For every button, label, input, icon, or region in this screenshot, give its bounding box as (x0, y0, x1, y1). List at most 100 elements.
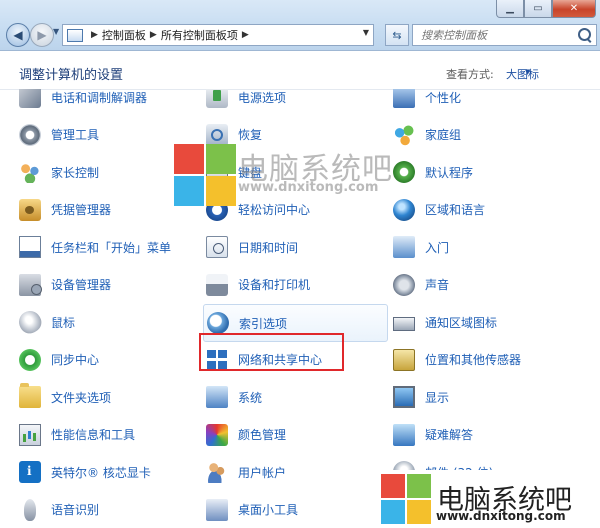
close-icon[interactable]: ✕ (552, 0, 596, 18)
control-panel-item[interactable]: 系统 (206, 379, 389, 415)
control-panel-item[interactable]: 电源选项 (206, 89, 389, 115)
admin-tools-icon (19, 123, 41, 146)
item-label: 桌面小工具 (238, 503, 299, 517)
control-panel-item[interactable]: 设备管理器 (19, 267, 202, 303)
search-box[interactable] (412, 24, 597, 46)
parental-controls-icon (19, 161, 41, 183)
recovery-icon (206, 123, 228, 146)
item-label: 用户帐户 (238, 465, 287, 480)
control-panel-item[interactable]: 颜色管理 (206, 417, 389, 453)
refresh-button[interactable]: ⇆ (385, 24, 409, 46)
item-label: 疑难解答 (425, 428, 474, 442)
control-panel-item[interactable]: 日期和时间 (206, 229, 389, 265)
watermark-url: www.dnxitong.com (238, 180, 379, 195)
control-panel-item[interactable]: 位置和其他传感器 (393, 342, 576, 378)
control-panel-item[interactable]: 电话和调制解调器 (19, 89, 202, 115)
indexing-icon (207, 312, 229, 334)
folder-options-icon (19, 383, 41, 408)
title-bar: ▁ ▭ ✕ ◀ ▶ ▼ ▶ 控制面板 ▶ 所有控制面板项 ▶ ▼ ⇆ (0, 0, 600, 51)
address-bar[interactable]: ▶ 控制面板 ▶ 所有控制面板项 ▶ ▼ (62, 24, 374, 46)
control-panel-item[interactable]: 通知区域图标 (393, 304, 576, 340)
getting-started-icon (393, 236, 415, 258)
personalization-icon (393, 89, 415, 108)
region-language-icon (393, 198, 415, 221)
control-panel-icon (67, 28, 83, 42)
color-management-icon (206, 423, 228, 446)
item-label: 颜色管理 (238, 428, 287, 442)
chevron-right-icon[interactable]: ▶ (242, 30, 249, 40)
chevron-down-icon[interactable]: ▼ (525, 68, 530, 76)
item-label: 性能信息和工具 (51, 428, 136, 442)
item-label: 恢复 (238, 128, 263, 142)
item-label: 电话和调制解调器 (51, 90, 148, 105)
highlight-box (199, 333, 344, 371)
credential-manager-icon (19, 198, 41, 221)
intel-graphics-icon (19, 461, 41, 483)
item-label: 显示 (425, 390, 450, 405)
display-icon (393, 386, 415, 408)
control-panel-item[interactable]: 桌面小工具 (206, 492, 389, 528)
power-icon (206, 89, 228, 108)
sync-center-icon (19, 348, 41, 371)
forward-arrow-icon[interactable]: ▶ (30, 23, 54, 47)
item-label: 轻松访问中心 (238, 203, 311, 217)
watermark-corner-logo (381, 474, 431, 524)
item-label: 日期和时间 (238, 240, 299, 255)
item-label: 管理工具 (51, 128, 100, 142)
item-label: 设备管理器 (51, 278, 112, 292)
sound-icon (393, 273, 415, 296)
control-panel-item[interactable]: 默认程序 (393, 154, 576, 190)
troubleshooting-icon (393, 423, 415, 446)
control-panel-item[interactable]: 显示 (393, 379, 576, 415)
notification-area-icon (393, 317, 415, 331)
control-panel-item[interactable]: 入门 (393, 229, 576, 265)
maximize-icon[interactable]: ▭ (524, 0, 552, 18)
search-icon[interactable] (578, 28, 591, 41)
breadcrumb-control-panel[interactable]: 控制面板 (102, 27, 146, 43)
chevron-right-icon[interactable]: ▶ (91, 30, 98, 40)
control-panel-item[interactable]: 任务栏和「开始」菜单 (19, 229, 202, 265)
control-panel-item[interactable]: 用户帐户 (206, 454, 389, 490)
control-panel-item[interactable]: 鼠标 (14, 304, 202, 340)
modem-icon (19, 89, 41, 108)
item-label: 入门 (425, 240, 450, 255)
control-panel-item[interactable]: 英特尔® 核芯显卡 (19, 454, 202, 490)
date-time-icon (206, 236, 228, 258)
mouse-icon (14, 306, 46, 338)
breadcrumb-all-items[interactable]: 所有控制面板项 (161, 27, 238, 43)
recent-pages-dropdown[interactable]: ▼ (53, 27, 59, 36)
control-panel-item[interactable]: 语音识别 (19, 492, 202, 528)
view-by-label: 查看方式: (446, 68, 494, 81)
chevron-right-icon[interactable]: ▶ (150, 30, 157, 40)
item-label: 家庭组 (425, 128, 462, 142)
control-panel-item[interactable]: 同步中心 (19, 342, 202, 378)
location-sensors-icon (393, 348, 415, 371)
item-label: 索引选项 (239, 316, 288, 331)
item-label: 位置和其他传感器 (425, 353, 522, 367)
watermark-corner-url: www.dnxitong.com (436, 509, 566, 523)
control-panel-item[interactable]: 设备和打印机 (206, 267, 389, 303)
control-panel-item[interactable]: 区域和语言 (393, 192, 576, 228)
control-panel-item[interactable]: 文件夹选项 (19, 379, 202, 415)
item-label: 同步中心 (51, 353, 100, 367)
address-dropdown-icon[interactable]: ▼ (363, 28, 369, 37)
item-label: 文件夹选项 (51, 390, 112, 405)
control-panel-item[interactable]: 疑难解答 (393, 417, 576, 453)
watermark-logo (174, 144, 236, 206)
item-label: 设备和打印机 (238, 278, 311, 292)
search-input[interactable] (419, 27, 573, 43)
item-label: 英特尔® 核芯显卡 (51, 465, 151, 480)
minimize-icon[interactable]: ▁ (496, 0, 524, 18)
item-label: 声音 (425, 278, 450, 292)
performance-icon (19, 423, 41, 446)
control-panel-item[interactable]: 个性化 (393, 89, 576, 115)
back-arrow-icon[interactable]: ◀ (6, 23, 30, 47)
window-controls: ▁ ▭ ✕ (496, 0, 596, 18)
desktop-gadgets-icon (206, 498, 228, 521)
control-panel-item[interactable]: 家庭组 (393, 117, 576, 153)
item-label: 电源选项 (238, 90, 287, 105)
control-panel-item[interactable]: 声音 (393, 267, 576, 303)
speech-recognition-icon (24, 498, 36, 521)
view-by-dropdown[interactable]: 大图标 (506, 66, 539, 82)
control-panel-item[interactable]: 性能信息和工具 (19, 417, 202, 453)
